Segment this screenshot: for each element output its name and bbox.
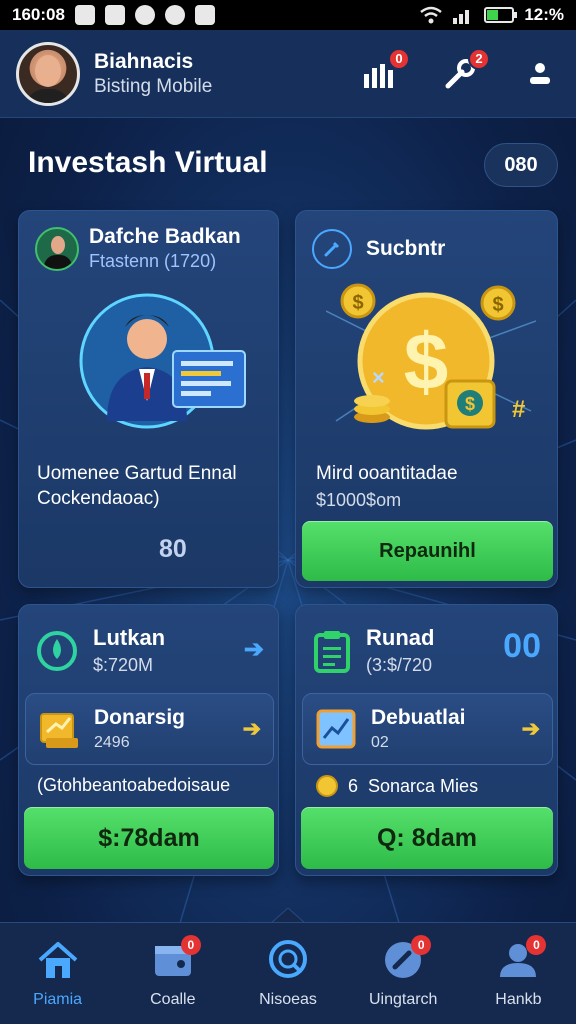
debuatlai-arrow-icon: ➔ — [521, 716, 540, 741]
subscribe-amount: $1000$om — [316, 490, 402, 510]
check-icon — [134, 5, 155, 25]
status-bar: 160:08 12:% — [0, 0, 576, 30]
nav-item-home[interactable]: Piamia — [0, 923, 115, 1024]
profile-desc-line2: Cockendaoac) — [37, 488, 160, 509]
lutkan-title: Lutkan — [93, 625, 166, 650]
donarsig-item[interactable]: Donarsig 2496 ➔ — [25, 693, 274, 765]
title-pill-button[interactable]: 080 — [484, 143, 558, 187]
profile-button[interactable] — [520, 54, 560, 94]
lutkan-arrow-icon[interactable]: ➔ — [244, 635, 264, 664]
nav-item-search[interactable]: Nisoeas — [230, 923, 345, 1024]
tools-button[interactable]: 2 — [440, 47, 490, 94]
search-icon — [269, 940, 307, 978]
debuatlai-title: Debuatlai — [371, 706, 466, 729]
nav-item-wallet[interactable]: 0 Coalle — [115, 923, 230, 1024]
nav-badge-wallet: 0 — [180, 935, 201, 955]
donarsig-arrow-icon: ➔ — [242, 716, 261, 741]
status-time: 160:08 — [12, 5, 65, 24]
edit-icon — [312, 229, 352, 269]
signal-icon — [453, 10, 470, 24]
profile-card-title: Dafche Badkan — [89, 225, 241, 248]
svg-text:$: $ — [492, 294, 503, 316]
person-icon — [530, 62, 550, 84]
donarsig-title: Donarsig — [94, 706, 186, 729]
settings-icon — [194, 5, 215, 25]
coins-illustration: $ $ $ $ # × — [326, 283, 536, 430]
runad-title: Runad — [366, 625, 435, 650]
avatar[interactable] — [16, 41, 80, 106]
nav-item-user[interactable]: 0 Hankb — [461, 923, 576, 1024]
businessman-illustration — [79, 293, 246, 429]
debuatlai-item[interactable]: Debuatlai 02 ➔ — [302, 693, 553, 765]
nav-badge-phone: 0 — [411, 935, 432, 955]
stats-button[interactable]: 0 — [360, 47, 410, 94]
home-icon — [38, 942, 77, 978]
nav-label-home: Piamia — [33, 991, 83, 1008]
svg-text:$: $ — [465, 394, 475, 414]
debuatlai-sub: 02 — [371, 734, 389, 751]
svg-text:#: # — [512, 396, 525, 423]
bottom-nav: Piamia 0 Coalle Nisoeas 0 Uingtarch 0 Ha… — [0, 922, 576, 1024]
subscribe-card-title: Sucbntr — [366, 237, 446, 260]
lutkan-footer: (Gtohbeantoabedoisaue — [37, 775, 231, 795]
nav-badge-user: 0 — [526, 935, 547, 955]
svg-text:$: $ — [404, 317, 449, 406]
runad-button[interactable]: Q: 8dam — [301, 807, 553, 869]
runad-footer-text: Sonarca Mies — [368, 775, 479, 796]
profile-card-number: 80 — [159, 535, 187, 563]
user-subtitle: Bisting Mobile — [94, 75, 213, 97]
lutkan-card: Lutkan $:720M ➔ Donarsig 2496 ➔ (Gtohbea… — [18, 604, 279, 876]
nav-label-wallet: Coalle — [150, 991, 196, 1008]
nav-label-user: Hankb — [495, 991, 542, 1008]
page-title: Investash Virtual — [28, 146, 268, 179]
battery-level — [487, 10, 499, 20]
shield-icon — [74, 5, 95, 25]
svg-text:×: × — [372, 365, 385, 390]
user-name: Biahnacis — [94, 49, 194, 73]
nav-label-phone: Uingtarch — [368, 991, 438, 1008]
battery-text: 12:% — [524, 5, 564, 24]
runad-card: Runad (3:$/720 00 Debuatlai 02 ➔ 6 Sonar… — [295, 604, 558, 876]
lutkan-button[interactable]: $:78dam — [24, 807, 274, 869]
mini-avatar — [35, 226, 79, 271]
stats-badge: 0 — [388, 47, 410, 70]
nav-item-phone[interactable]: 0 Uingtarch — [346, 923, 461, 1024]
profile-card[interactable]: Dafche Badkan Ftastenn (1720) Uomenee Ga… — [18, 210, 279, 588]
subscribe-card-description: Mird ooantitadae $1000$om — [316, 461, 458, 513]
svg-text:$: $ — [352, 292, 363, 314]
tools-badge: 2 — [468, 47, 490, 70]
user-info: Biahnacis Bisting Mobile — [94, 50, 212, 98]
mail-icon — [104, 5, 125, 25]
runad-counter: 00 — [503, 627, 541, 665]
wifi-icon — [420, 6, 443, 24]
block-icon — [164, 5, 185, 25]
battery-icon — [484, 7, 518, 23]
donarsig-sub: 2496 — [94, 734, 130, 751]
runad-sub: (3:$/720 — [366, 655, 433, 675]
profile-desc-line1: Uomenee Gartud Ennal — [37, 463, 237, 484]
subscribe-button[interactable]: Repaunihl — [302, 521, 553, 581]
clipboard-icon — [314, 630, 350, 673]
subscribe-desc: Mird ooantitadae — [316, 463, 458, 484]
runad-footer: 6 Sonarca Mies — [316, 775, 478, 797]
app-header: Biahnacis Bisting Mobile 0 2 — [0, 30, 576, 118]
profile-card-description: Uomenee Gartud Ennal Cockendaoac) — [37, 461, 237, 511]
chart-doc-icon — [316, 709, 356, 749]
runad-footer-number: 6 — [348, 775, 359, 796]
subscribe-card: Sucbntr $ $ $ $ # × Mird ooantitadae $10… — [295, 210, 558, 588]
nav-label-search: Nisoeas — [259, 991, 317, 1008]
coin-icon — [316, 775, 338, 797]
gold-bars-icon — [40, 713, 78, 748]
profile-card-subtitle: Ftastenn (1720) — [89, 251, 217, 271]
drop-icon — [37, 630, 77, 671]
lutkan-sub: $:720M — [93, 655, 154, 675]
